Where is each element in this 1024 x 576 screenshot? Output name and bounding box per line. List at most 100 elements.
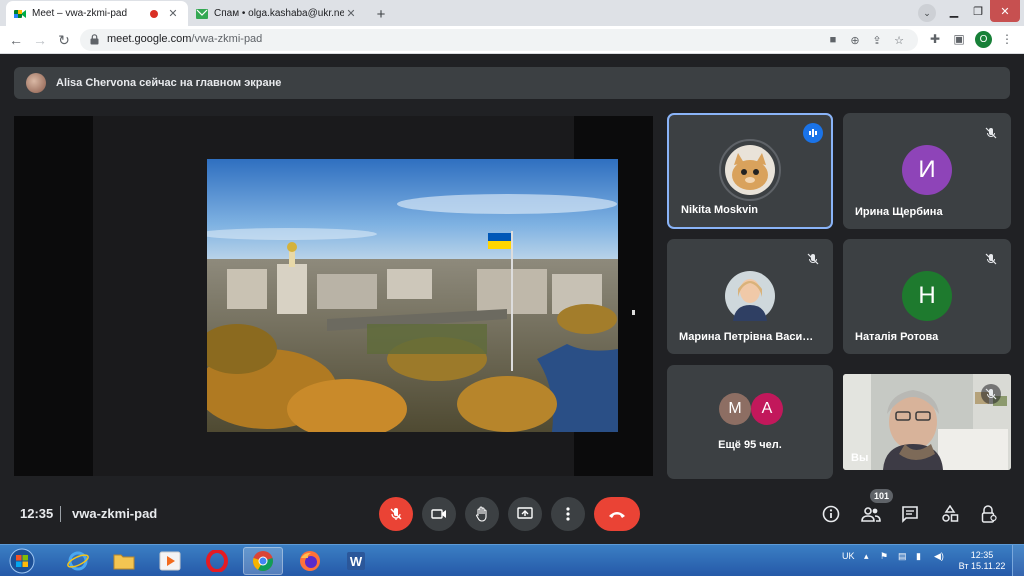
show-hidden-icons-icon[interactable]: ▴ <box>864 551 869 562</box>
back-arrow-icon[interactable]: ← <box>6 30 26 50</box>
taskbar-file-explorer[interactable] <box>104 547 144 575</box>
recording-indicator-icon <box>150 9 158 18</box>
google-meet-icon <box>14 9 26 18</box>
address-bar[interactable]: meet.google.com/vwa-zkmi-pad ■ ⊕ ⇪ ☆ <box>80 29 918 51</box>
more-participants-label: Ещё 95 чел. <box>718 439 782 451</box>
share-icon[interactable]: ⇪ <box>870 33 884 47</box>
more-options-button[interactable] <box>551 497 585 531</box>
browser-menu-icon[interactable]: ⋮ <box>998 30 1016 48</box>
taskbar-internet-explorer[interactable] <box>58 547 98 575</box>
signal-icon[interactable]: ▮ <box>916 551 921 562</box>
self-view-tile[interactable]: Вы <box>843 374 1011 470</box>
browser-toolbar: ← → ↻ meet.google.com/vwa-zkmi-pad ■ ⊕ ⇪… <box>0 26 1024 54</box>
activities-button[interactable] <box>938 502 962 526</box>
tab-search-chevron-icon[interactable]: ⌄ <box>918 4 936 22</box>
chat-button[interactable] <box>898 502 922 526</box>
participant-tile[interactable]: Н Наталія Ротова <box>843 239 1011 354</box>
system-clock[interactable]: 12:35 Вт 15.11.22 <box>958 550 1006 572</box>
mail-icon <box>196 8 208 19</box>
bookmark-star-icon[interactable]: ☆ <box>892 33 906 47</box>
side-panel-icon[interactable]: ▣ <box>950 30 968 48</box>
url-text: meet.google.com/vwa-zkmi-pad <box>107 33 262 45</box>
mic-off-icon <box>390 508 402 520</box>
participant-name: Nikita Moskvin <box>681 204 759 216</box>
close-window-button[interactable]: ✕ <box>990 0 1020 22</box>
participant-name: Наталія Ротова <box>855 331 939 343</box>
people-count-badge: 101 <box>870 489 894 503</box>
firefox-icon <box>300 551 320 571</box>
taskbar-chrome[interactable] <box>243 547 283 575</box>
participant-name: Вы <box>851 452 869 464</box>
shared-city-photo <box>207 159 618 432</box>
forward-arrow-icon[interactable]: → <box>30 30 50 50</box>
chat-icon <box>902 506 918 523</box>
show-desktop-button[interactable] <box>1012 545 1024 576</box>
os-taskbar: W UK ▴ ⚑ ▤ ▮ ◀) 12:35 Вт 15.11.22 <box>0 544 1024 576</box>
presenter-avatar <box>26 73 46 93</box>
close-tab-button[interactable]: ✕ <box>166 7 180 20</box>
more-vertical-icon <box>566 507 570 521</box>
meeting-info-button[interactable] <box>819 502 843 526</box>
mic-off-icon <box>803 249 823 269</box>
extensions-puzzle-icon[interactable]: ✚ <box>926 30 944 48</box>
taskbar-opera[interactable] <box>197 547 237 575</box>
avatar: Н <box>902 271 952 321</box>
cursor-pointer-icon <box>632 310 635 315</box>
windows-logo-icon <box>9 548 35 574</box>
divider <box>60 506 61 522</box>
zoom-icon[interactable]: ⊕ <box>848 33 862 47</box>
main-stage <box>14 116 653 476</box>
more-participants-tile[interactable]: M A Ещё 95 чел. <box>667 365 833 479</box>
system-date: Вт 15.11.22 <box>958 561 1006 571</box>
restore-window-button[interactable]: ❐ <box>966 0 990 22</box>
speaking-indicator-icon <box>803 123 823 143</box>
new-tab-button[interactable]: + <box>372 5 390 23</box>
reload-icon[interactable]: ↻ <box>54 30 74 50</box>
participant-name: Марина Петрівна Васи… <box>679 331 814 343</box>
close-tab-button[interactable]: ✕ <box>344 7 358 20</box>
flag-icon[interactable]: ⚑ <box>880 551 888 562</box>
taskbar-firefox[interactable] <box>290 547 330 575</box>
word-icon: W <box>347 552 365 570</box>
profile-avatar[interactable]: O <box>975 31 992 48</box>
camera-toggle-button[interactable] <box>422 497 456 531</box>
language-indicator[interactable]: UK <box>842 551 855 561</box>
taskbar-word[interactable]: W <box>336 547 376 575</box>
volume-icon[interactable]: ◀) <box>934 551 944 562</box>
mic-toggle-button[interactable] <box>379 497 413 531</box>
media-player-icon <box>159 551 181 571</box>
meeting-clock: 12:35 <box>20 506 54 521</box>
leave-call-button[interactable] <box>594 497 640 531</box>
camera-icon <box>431 509 446 519</box>
start-button[interactable] <box>2 546 42 576</box>
tab-title: Спам • olga.kashaba@ukr.net <box>214 8 344 19</box>
mic-off-icon <box>981 249 1001 269</box>
system-time: 12:35 <box>970 550 994 560</box>
raise-hand-button[interactable] <box>465 497 499 531</box>
tab-meet[interactable]: Meet – vwa-zkmi-pad ✕ <box>6 1 188 26</box>
participant-tile[interactable]: Марина Петрівна Васи… <box>667 239 833 354</box>
mic-off-icon <box>981 123 1001 143</box>
tab-mail[interactable]: Спам • olga.kashaba@ukr.net ✕ <box>188 1 366 26</box>
present-screen-button[interactable] <box>508 497 542 531</box>
host-controls-button[interactable] <box>977 502 1001 526</box>
svg-text:W: W <box>350 554 363 569</box>
people-button[interactable] <box>859 502 883 526</box>
network-icon[interactable]: ▤ <box>898 551 907 562</box>
participant-name: Ирина Щербина <box>855 206 943 218</box>
avatar <box>725 271 775 321</box>
hang-up-icon <box>609 512 625 518</box>
url-path: /vwa-zkmi-pad <box>191 33 263 45</box>
tab-title: Meet – vwa-zkmi-pad <box>32 8 128 19</box>
camera-in-use-icon[interactable]: ■ <box>826 33 840 47</box>
participant-tile[interactable]: Nikita Moskvin <box>667 113 833 229</box>
minimize-window-button[interactable]: ▁ <box>942 0 966 22</box>
participant-tile[interactable]: И Ирина Щербина <box>843 113 1011 229</box>
activities-shapes-icon <box>942 505 959 522</box>
folder-icon <box>113 554 135 570</box>
shared-screen <box>93 116 618 476</box>
taskbar-media-player[interactable] <box>150 547 190 575</box>
url-host: meet.google.com <box>107 33 192 45</box>
present-screen-icon <box>517 507 533 519</box>
avatar <box>725 145 775 195</box>
